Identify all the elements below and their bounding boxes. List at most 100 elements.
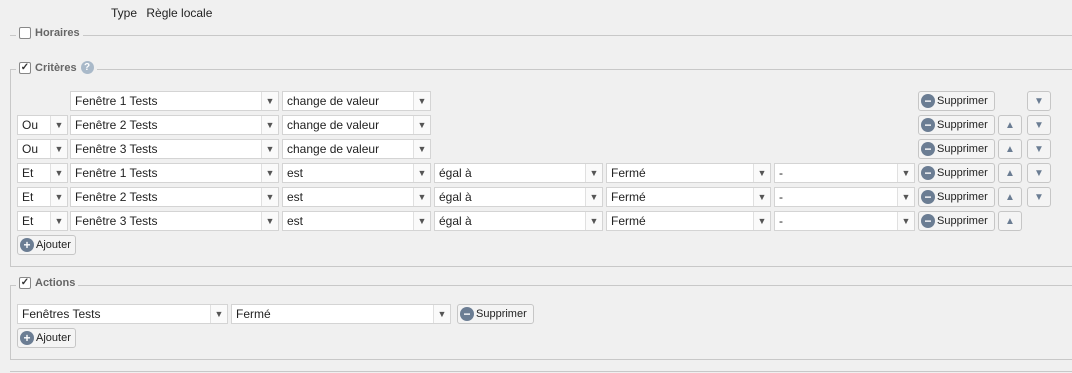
chevron-down-icon: ▼: [413, 140, 430, 158]
chevron-down-icon: ▼: [753, 212, 770, 230]
criterion-operator-select-value: Ou: [22, 142, 39, 156]
criterion-extra-select[interactable]: - ▼: [774, 211, 915, 231]
criterion-operator-select[interactable]: Et ▼: [17, 187, 68, 207]
criterion-value-select-value: Fermé: [611, 190, 646, 204]
criterion-extra-select-value: -: [779, 166, 783, 180]
delete-criterion-button[interactable]: − Supprimer: [918, 115, 995, 135]
action-device-value: Fenêtres Tests: [22, 307, 101, 321]
chevron-down-icon: ▼: [261, 212, 278, 230]
criterion-operator-select-value: Et: [22, 214, 34, 228]
criterion-value-select[interactable]: Fermé ▼: [606, 187, 771, 207]
arrow-up-icon[interactable]: ▲: [998, 211, 1022, 231]
criterion-operator-select[interactable]: Et ▼: [17, 211, 68, 231]
criterion-condition-select[interactable]: est ▼: [282, 163, 431, 183]
criterion-comparator-select[interactable]: égal à ▼: [434, 211, 603, 231]
criterion-extra-select-value: -: [779, 214, 783, 228]
type-row: Type Règle locale: [111, 6, 218, 20]
add-label: Ajouter: [36, 239, 71, 251]
criterion-device-select[interactable]: Fenêtre 2 Tests ▼: [70, 115, 279, 135]
minus-icon: −: [921, 94, 935, 108]
criterion-condition-select[interactable]: change de valeur ▼: [282, 115, 431, 135]
criterion-extra-select[interactable]: - ▼: [774, 187, 915, 207]
criterion-device-select[interactable]: Fenêtre 1 Tests ▼: [70, 163, 279, 183]
criterion-condition-select[interactable]: change de valeur ▼: [282, 139, 431, 159]
add-action-button[interactable]: + Ajouter: [17, 328, 76, 348]
add-label: Ajouter: [36, 332, 71, 344]
chevron-down-icon: ▼: [413, 212, 430, 230]
minus-icon: −: [921, 214, 935, 228]
chevron-down-icon: ▼: [585, 188, 602, 206]
minus-icon: −: [921, 190, 935, 204]
chevron-down-icon: ▼: [261, 116, 278, 134]
criterion-comparator-select[interactable]: égal à ▼: [434, 163, 603, 183]
criterion-condition-select[interactable]: est ▼: [282, 187, 431, 207]
arrow-up-icon[interactable]: ▲: [998, 187, 1022, 207]
criterion-operator-select[interactable]: Et ▼: [17, 163, 68, 183]
horaires-section: Horaires: [10, 27, 1072, 39]
horaires-checkbox[interactable]: [19, 27, 31, 39]
criterion-extra-select[interactable]: - ▼: [774, 163, 915, 183]
criterion-device-select[interactable]: Fenêtre 3 Tests ▼: [70, 139, 279, 159]
arrow-down-icon[interactable]: ▼: [1027, 139, 1051, 159]
criterion-comparator-select[interactable]: égal à ▼: [434, 187, 603, 207]
criterion-condition-select[interactable]: est ▼: [282, 211, 431, 231]
criterion-device-select-value: Fenêtre 1 Tests: [75, 94, 158, 108]
arrow-down-icon[interactable]: ▼: [1027, 187, 1051, 207]
type-label: Type: [111, 6, 138, 20]
delete-label: Supprimer: [476, 308, 527, 320]
chevron-down-icon: ▼: [585, 212, 602, 230]
horaires-label: Horaires: [35, 27, 80, 39]
chevron-down-icon: ▼: [50, 164, 67, 182]
arrow-down-icon[interactable]: ▼: [1027, 115, 1051, 135]
chevron-down-icon: ▼: [413, 164, 430, 182]
delete-label: Supprimer: [937, 95, 988, 107]
chevron-down-icon: ▼: [413, 92, 430, 110]
delete-label: Supprimer: [937, 191, 988, 203]
chevron-down-icon: ▼: [753, 164, 770, 182]
criterion-value-select[interactable]: Fermé ▼: [606, 163, 771, 183]
chevron-down-icon: ▼: [261, 164, 278, 182]
delete-criterion-button[interactable]: − Supprimer: [918, 187, 995, 207]
criterion-value-select[interactable]: Fermé ▼: [606, 211, 771, 231]
chevron-down-icon: ▼: [50, 212, 67, 230]
horaires-legend: Horaires: [16, 27, 83, 39]
criterion-operator-select-value: Et: [22, 166, 34, 180]
criterion-device-select-value: Fenêtre 3 Tests: [75, 142, 158, 156]
delete-criterion-button[interactable]: − Supprimer: [918, 211, 995, 231]
chevron-down-icon: ▼: [50, 140, 67, 158]
delete-action-button[interactable]: − Supprimer: [457, 304, 534, 324]
delete-criterion-button[interactable]: − Supprimer: [918, 139, 995, 159]
chevron-down-icon: ▼: [413, 188, 430, 206]
criterion-operator-select[interactable]: Ou ▼: [17, 115, 68, 135]
criterion-comparator-select-value: égal à: [439, 166, 472, 180]
arrow-down-icon[interactable]: ▼: [1027, 91, 1051, 111]
add-criterion-button[interactable]: + Ajouter: [17, 235, 76, 255]
criterion-operator-select-value: Ou: [22, 118, 39, 132]
arrow-up-icon[interactable]: ▲: [998, 139, 1022, 159]
criterion-condition-select[interactable]: change de valeur ▼: [282, 91, 431, 111]
minus-icon: −: [921, 118, 935, 132]
arrow-up-icon[interactable]: ▲: [998, 163, 1022, 183]
action-value-select[interactable]: Fermé ▼: [231, 304, 451, 324]
criterion-device-select[interactable]: Fenêtre 3 Tests ▼: [70, 211, 279, 231]
delete-criterion-button[interactable]: − Supprimer: [918, 163, 995, 183]
criterion-operator-select[interactable]: Ou ▼: [17, 139, 68, 159]
criterion-value-select-value: Fermé: [611, 166, 646, 180]
criterion-device-select-value: Fenêtre 2 Tests: [75, 118, 158, 132]
arrow-down-icon[interactable]: ▼: [1027, 163, 1051, 183]
minus-icon: −: [921, 142, 935, 156]
chevron-down-icon: ▼: [897, 188, 914, 206]
action-device-select[interactable]: Fenêtres Tests ▼: [17, 304, 228, 324]
type-value: Règle locale: [146, 6, 213, 20]
chevron-down-icon: ▼: [261, 92, 278, 110]
chevron-down-icon: ▼: [210, 305, 227, 323]
criterion-device-select-value: Fenêtre 2 Tests: [75, 190, 158, 204]
delete-criterion-button[interactable]: − Supprimer: [918, 91, 995, 111]
arrow-up-icon[interactable]: ▲: [998, 115, 1022, 135]
criterion-device-select[interactable]: Fenêtre 1 Tests ▼: [70, 91, 279, 111]
criterion-device-select[interactable]: Fenêtre 2 Tests ▼: [70, 187, 279, 207]
chevron-down-icon: ▼: [433, 305, 450, 323]
criterion-condition-select-value: change de valeur: [287, 118, 380, 132]
criterion-device-select-value: Fenêtre 1 Tests: [75, 166, 158, 180]
criterion-extra-select-value: -: [779, 190, 783, 204]
